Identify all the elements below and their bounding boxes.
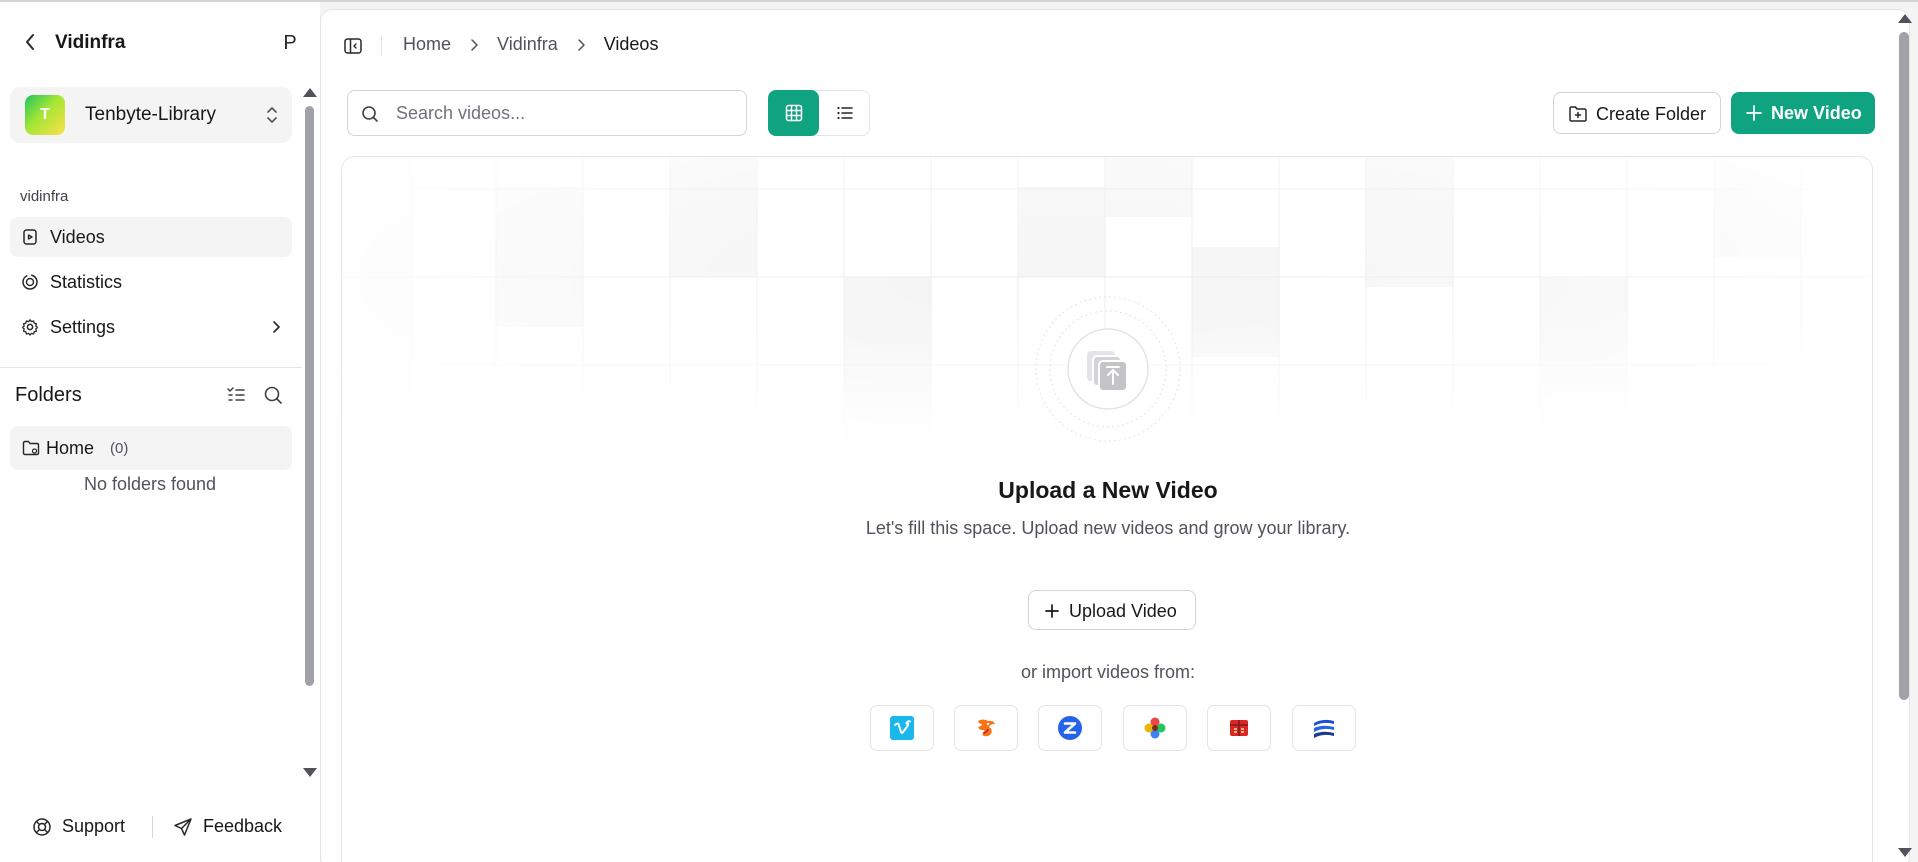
new-video-label: New Video [1771,103,1862,123]
upload-files-icon [1035,296,1181,442]
back-button[interactable] [20,30,40,54]
vimeo-icon [890,716,914,740]
import-dragon-button[interactable] [954,705,1018,751]
grid-view-button[interactable] [768,90,819,136]
flower-icon [1144,717,1166,739]
scroll-up-arrow[interactable] [1898,14,1912,23]
chevron-right-icon [471,38,478,51]
list-view-button[interactable] [821,91,869,135]
workspace-section-label: vidinfra [20,188,69,205]
folder-count: (0) [110,440,129,457]
sidebar: Vidinfra P T Tenbyte-Library vidinfra Vi… [0,2,320,862]
empty-state: Upload a New Video Let's fill this space… [341,156,1873,862]
chevron-up-down-icon [267,107,277,123]
scroll-up-arrow[interactable] [303,88,317,97]
zoom-icon [1058,716,1082,740]
chevron-right-icon [577,38,585,51]
import-wave-button[interactable] [1292,705,1356,751]
sidebar-divider [0,367,302,368]
sidebar-scrollbar[interactable] [302,86,318,778]
empty-state-description: Let's fill this space. Upload new videos… [865,518,1351,538]
sidebar-item-videos[interactable]: Videos [10,217,292,257]
folder-home[interactable]: Home (0) [10,426,292,470]
app-title: Vidinfra [55,32,126,53]
import-sources [870,705,1360,751]
library-switcher[interactable]: T Tenbyte-Library [10,87,292,143]
feedback-label: Feedback [203,816,283,836]
sidebar-toggle-icon[interactable] [343,36,363,56]
folders-title: Folders [15,384,82,406]
main-scrollbar[interactable] [1896,12,1914,860]
scroll-down-arrow[interactable] [303,768,317,777]
sidebar-item-settings[interactable]: Settings [10,307,292,347]
folder-icon [22,440,40,456]
box-icon [1230,720,1248,736]
search-icon [362,106,378,122]
main-panel: Home Vidinfra Videos Create Folder New V… [320,9,1910,862]
list-sort-icon[interactable] [225,384,247,406]
library-name: Tenbyte-Library [85,104,216,125]
sidebar-item-label: Statistics [50,272,123,292]
new-video-button[interactable]: New Video [1731,92,1875,134]
plus-icon [1045,604,1059,618]
scroll-down-arrow[interactable] [1898,848,1912,857]
footer-divider [152,816,153,838]
avatar[interactable]: P [276,29,304,57]
sidebar-item-statistics[interactable]: Statistics [10,262,292,302]
sidebar-item-label: Videos [50,227,105,247]
create-folder-button[interactable]: Create Folder [1553,92,1721,134]
chevron-left-icon [26,34,34,50]
breadcrumb-vidinfra[interactable]: Vidinfra [497,34,558,55]
search-input[interactable] [396,91,736,135]
lifebuoy-icon [33,817,51,836]
feedback-button[interactable]: Feedback [173,816,282,837]
sidebar-footer: Support Feedback [0,802,300,852]
list-icon [837,106,853,120]
sidebar-header: Vidinfra P [0,2,320,82]
upload-video-button[interactable]: Upload Video [1028,590,1196,630]
folder-plus-icon [1569,106,1587,122]
import-box-button[interactable] [1207,705,1271,751]
view-mode-toggle [768,90,870,136]
plus-icon [1746,105,1762,121]
grid-icon [785,104,802,122]
folder-label: Home [46,438,95,458]
chart-ring-icon [22,274,38,290]
gear-icon [21,319,39,336]
import-sources-label: or import videos from: [1020,662,1196,682]
breadcrumb-videos: Videos [603,34,659,54]
send-icon [174,817,192,836]
empty-folders-text: No folders found [83,474,217,494]
search-icon[interactable] [262,384,284,406]
breadcrumb-home[interactable]: Home [403,34,451,55]
dragon-icon [978,719,995,737]
sidebar-item-label: Settings [50,317,116,337]
import-zoom-button[interactable] [1038,705,1102,751]
support-label: Support [62,816,126,836]
import-vimeo-button[interactable] [870,705,934,751]
support-button[interactable]: Support [32,816,125,837]
empty-state-title: Upload a New Video [998,477,1218,503]
create-folder-label: Create Folder [1596,104,1707,124]
scroll-thumb[interactable] [1899,32,1909,700]
video-file-icon [23,229,37,245]
scroll-thumb[interactable] [305,106,314,686]
search-box [347,90,747,136]
wave-icon [1314,719,1334,738]
library-logo: T [25,95,65,135]
toolbar-divider [381,36,382,56]
breadcrumb: Home Vidinfra Videos [403,34,658,55]
upload-video-label: Upload Video [1069,601,1177,621]
chevron-right-icon [273,321,280,333]
import-flower-button[interactable] [1123,705,1187,751]
